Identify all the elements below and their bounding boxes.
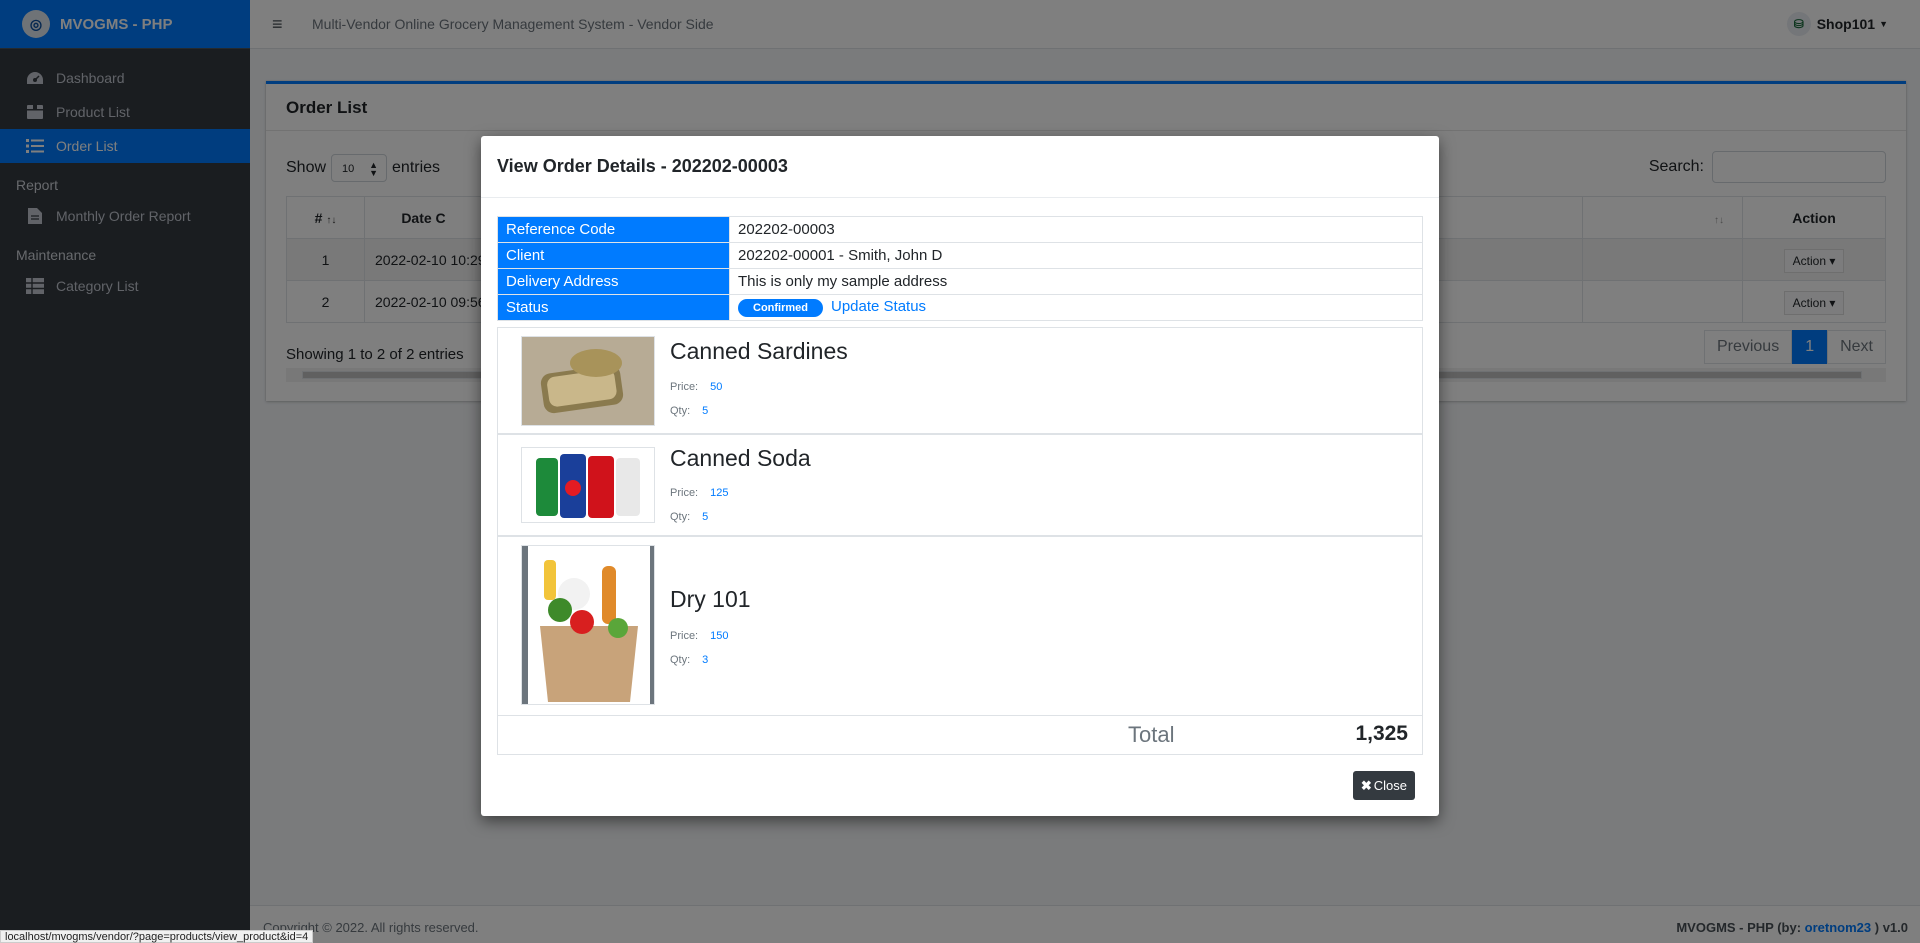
- item-name: Canned Sardines: [670, 338, 848, 364]
- order-items: Canned Sardines Price: 50 Qty: 5 Canned So…: [497, 327, 1423, 755]
- total-label: Total: [1128, 722, 1175, 747]
- close-label: Close: [1373, 778, 1407, 793]
- meta-key: Status: [497, 294, 730, 321]
- item-price: Price: 50: [670, 381, 723, 393]
- meta-key: Reference Code: [497, 216, 730, 243]
- close-button[interactable]: ✖ Close: [1352, 771, 1415, 800]
- meta-value: 202202-00003: [729, 216, 1423, 243]
- item-qty: Qty: 5: [670, 405, 709, 417]
- item-name: Canned Soda: [670, 445, 811, 471]
- item-price: Price: 150: [670, 630, 729, 642]
- meta-key: Delivery Address: [497, 268, 730, 295]
- list-item: Dry 101 Price: 150 Qty: 3: [498, 537, 1422, 716]
- list-item: Canned Soda Price: 125 Qty: 5: [498, 435, 1422, 537]
- product-image: [521, 447, 655, 523]
- product-image: [521, 336, 655, 426]
- total-value: 1,325: [1355, 722, 1408, 745]
- total-row: Total 1,325: [498, 716, 1422, 754]
- order-details-modal: View Order Details - 202202-00003 Refere…: [481, 136, 1439, 816]
- status-bar-url: localhost/mvogms/vendor/?page=products/v…: [0, 930, 314, 943]
- modal-title: View Order Details - 202202-00003: [481, 136, 1439, 198]
- meta-value: This is only my sample address: [729, 268, 1423, 295]
- item-name: Dry 101: [670, 586, 751, 612]
- item-price: Price: 125: [670, 487, 729, 499]
- product-image: [521, 545, 655, 705]
- meta-value: Confirmed Update Status: [729, 294, 1423, 321]
- status-badge: Confirmed: [738, 299, 823, 317]
- list-item: Canned Sardines Price: 50 Qty: 5: [498, 328, 1422, 435]
- item-qty: Qty: 5: [670, 511, 709, 523]
- meta-value: 202202-00001 - Smith, John D: [729, 242, 1423, 269]
- item-qty: Qty: 3: [670, 654, 709, 666]
- close-icon: ✖: [1360, 777, 1372, 793]
- order-meta-table: Reference Code 202202-00003 Client 202202-…: [497, 216, 1423, 321]
- meta-key: Client: [497, 242, 730, 269]
- update-status-link[interactable]: Update Status: [831, 298, 926, 315]
